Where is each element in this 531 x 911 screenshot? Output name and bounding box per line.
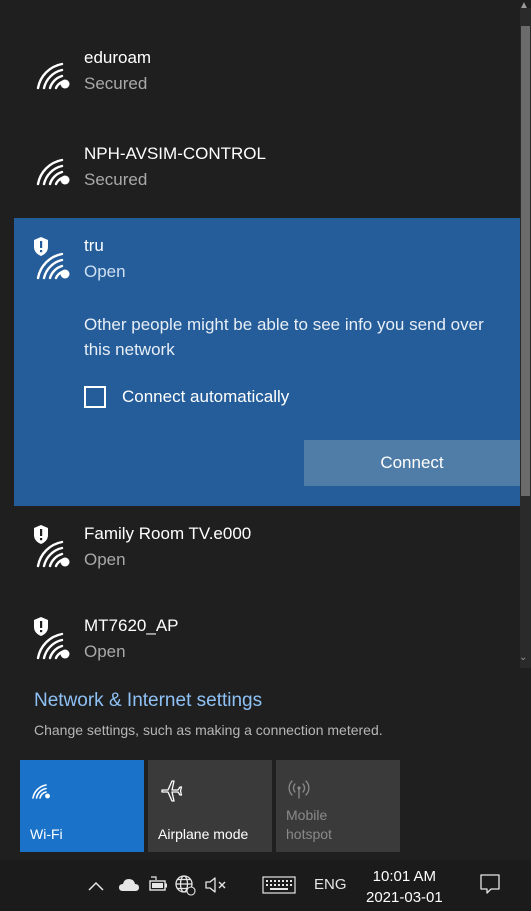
connect-automatically-checkbox[interactable] [84, 386, 106, 408]
scroll-down-arrow-icon[interactable]: ⌄ [519, 652, 527, 663]
network-name: NPH-AVSIM-CONTROL [84, 144, 266, 163]
network-item-mt7620-ap[interactable]: MT7620_AP Open [14, 598, 520, 678]
network-name: Family Room TV.e000 [84, 524, 252, 543]
wifi-secured-icon [36, 62, 70, 90]
network-status: Secured [84, 74, 148, 93]
clock-time: 10:01 AM [372, 868, 437, 885]
network-item-tru[interactable]: tru Open Other people might be able to s… [14, 218, 520, 506]
network-status: Open [84, 262, 126, 281]
network-name: tru [84, 236, 104, 255]
network-item-eduroam[interactable]: eduroam Secured [14, 30, 520, 120]
open-network-warning: Other people might be able to see info y… [84, 315, 484, 359]
onedrive-cloud-icon[interactable] [118, 878, 140, 892]
network-item-family-room-tv[interactable]: Family Room TV.e000 Open [14, 506, 520, 598]
battery-icon[interactable] [148, 876, 168, 892]
chevron-up-icon[interactable] [88, 880, 104, 892]
wifi-secured-icon [36, 158, 70, 186]
action-center-icon[interactable] [478, 872, 502, 896]
clock[interactable]: 10:01 AM 2021-03-01 [366, 866, 443, 908]
network-settings-description: Change settings, such as making a connec… [34, 722, 383, 738]
mobile-hotspot-tile-label: Mobile hotspot [286, 807, 332, 842]
network-globe-icon[interactable] [174, 874, 196, 896]
keyboard-icon[interactable] [262, 876, 296, 894]
volume-muted-icon[interactable] [204, 876, 230, 894]
hotspot-icon [288, 780, 310, 799]
network-status: Secured [84, 170, 148, 189]
wifi-open-warning-icon [34, 617, 70, 660]
network-status: Open [84, 550, 126, 569]
scroll-up-arrow-icon[interactable]: ▲ [519, 0, 529, 11]
input-language-indicator[interactable]: ENG [314, 876, 347, 893]
connect-automatically-label: Connect automatically [122, 387, 290, 406]
network-name: MT7620_AP [84, 616, 179, 635]
airplane-icon [161, 780, 183, 802]
connect-automatically-row[interactable]: Connect automatically [84, 386, 289, 408]
connect-button[interactable]: Connect [304, 440, 520, 486]
taskbar: ENG 10:01 AM 2021-03-01 [0, 860, 531, 911]
airplane-mode-tile-label: Airplane mode [158, 826, 249, 842]
network-item-nph-avsim-control[interactable]: NPH-AVSIM-CONTROL Secured [14, 126, 520, 216]
wifi-tile[interactable]: Wi-Fi [20, 760, 144, 852]
network-status: Open [84, 642, 126, 661]
wifi-icon [32, 784, 50, 799]
wifi-open-warning-icon [34, 237, 70, 280]
mobile-hotspot-tile[interactable]: Mobile hotspot [276, 760, 400, 852]
scrollbar-thumb[interactable] [521, 26, 530, 496]
network-name: eduroam [84, 48, 152, 67]
clock-date: 2021-03-01 [366, 889, 443, 906]
wifi-tile-label: Wi-Fi [30, 826, 63, 842]
wifi-open-warning-icon [34, 525, 70, 568]
network-settings-link[interactable]: Network & Internet settings [34, 690, 262, 712]
network-flyout: eduroam Secured NPH-AVSIM-CONTROL Secure… [0, 0, 531, 860]
airplane-mode-tile[interactable]: Airplane mode [148, 760, 272, 852]
